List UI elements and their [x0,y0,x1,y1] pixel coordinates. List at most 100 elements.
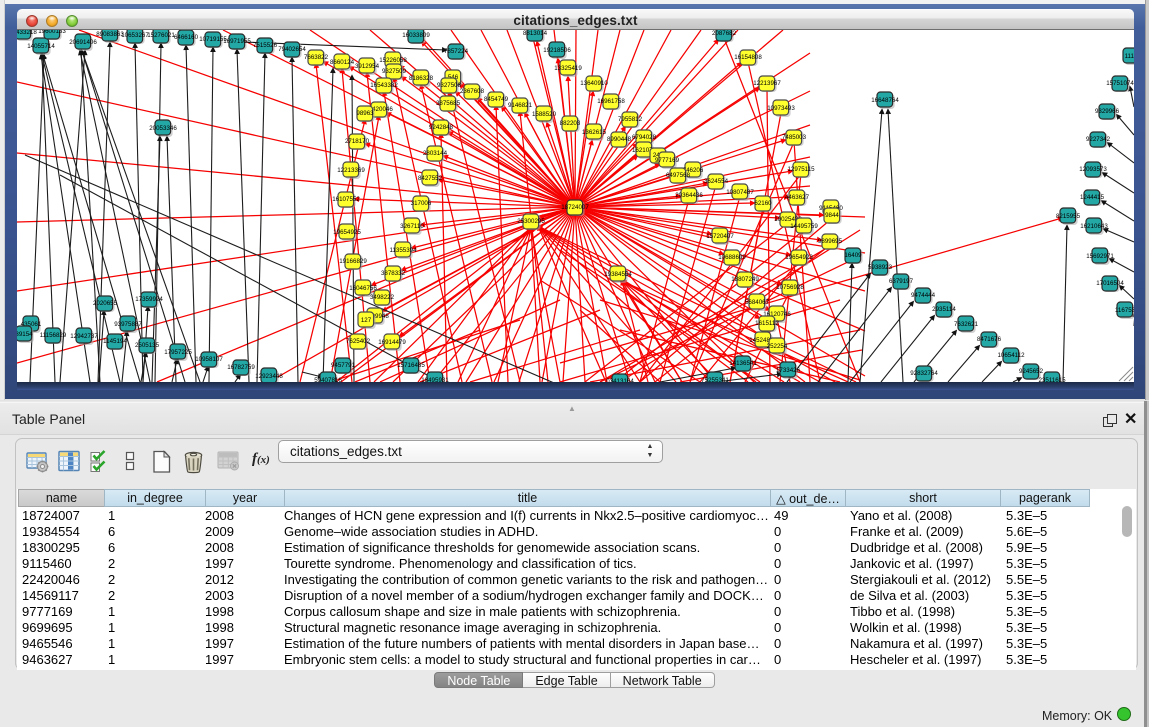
svg-text:14055714: 14055714 [27,43,55,50]
svg-text:19654923: 19654923 [785,254,813,261]
svg-text:8454749: 8454749 [484,96,509,103]
svg-text:3267110: 3267110 [400,223,424,230]
svg-text:10654112: 10654112 [997,352,1025,359]
svg-text:12942737: 12942737 [70,333,98,340]
svg-text:9327509: 9327509 [382,68,407,75]
svg-text:9899695: 9899695 [818,238,843,245]
svg-text:317006: 317006 [411,200,432,207]
svg-text:19166829: 19166829 [339,258,367,265]
svg-text:7857224: 7857224 [444,48,469,55]
svg-text:12213369: 12213369 [337,167,365,174]
svg-text:9245652: 9245652 [1019,368,1044,375]
svg-text:10688609: 10688609 [718,254,746,261]
svg-text:12923448: 12923448 [255,373,283,380]
svg-text:2935114: 2935114 [932,306,956,313]
svg-text:3498222: 3498222 [370,294,395,301]
svg-text:20691406: 20691406 [69,39,97,46]
svg-text:8471676: 8471676 [977,336,1002,343]
svg-text:10756928: 10756928 [776,284,804,291]
svg-text:10958107: 10958107 [195,356,223,363]
svg-text:252254: 252254 [767,343,788,350]
svg-text:14136541: 14136541 [729,360,757,367]
svg-text:9242848: 9242848 [429,124,454,131]
svg-text:8215955: 8215955 [1056,213,1081,220]
svg-text:18807249: 18807249 [731,276,759,283]
svg-text:3624554: 3624554 [704,178,729,185]
svg-text:3878332: 3878332 [381,270,406,277]
svg-text:9227342: 9227342 [1086,136,1111,143]
svg-text:16961758: 16961758 [597,98,625,105]
svg-text:62160: 62160 [754,200,772,207]
svg-text:10433218: 10433218 [9,29,37,36]
svg-text:16648764: 16648764 [871,97,899,104]
svg-text:39154: 39154 [15,331,33,338]
svg-text:12093573: 12093573 [1079,166,1107,173]
svg-text:6379197: 6379197 [889,278,914,285]
svg-text:16782759: 16782759 [227,364,255,371]
svg-text:89083863: 89083863 [96,31,124,38]
svg-text:20053346: 20053346 [149,125,177,132]
svg-text:1588520: 1588520 [532,111,557,118]
svg-text:8813014: 8813014 [523,30,548,37]
svg-text:10973493: 10973493 [767,105,795,112]
svg-text:16107552: 16107552 [332,196,360,203]
svg-text:7485003: 7485003 [782,134,807,141]
svg-text:19218506: 19218506 [543,47,571,54]
svg-text:127: 127 [361,317,372,324]
svg-text:10653267: 10653267 [121,32,149,39]
svg-text:3875685: 3875685 [436,100,461,107]
svg-text:11156829: 11156829 [40,332,67,339]
svg-text:9329966: 9329966 [1095,108,1120,115]
svg-text:9457791: 9457791 [331,362,356,369]
svg-text:7955812: 7955812 [618,116,643,123]
svg-text:11355394: 11355394 [389,247,417,254]
svg-text:2505135: 2505135 [135,342,160,349]
svg-text:9474444: 9474444 [911,292,936,299]
svg-text:5684067: 5684067 [745,299,770,306]
svg-text:19384554: 19384554 [604,271,632,278]
svg-text:7515526: 7515526 [253,42,278,49]
svg-text:2367608: 2367608 [460,88,485,95]
svg-text:6466160: 6466160 [174,34,199,41]
svg-text:8990448: 8990448 [607,136,632,143]
svg-text:4463627: 4463627 [785,194,810,201]
svg-text:7663822: 7663822 [304,54,329,61]
svg-text:116753: 116753 [1115,307,1136,314]
svg-text:92832764: 92832764 [910,370,938,377]
svg-text:15276021: 15276021 [147,32,175,39]
svg-text:2803144: 2803144 [423,150,448,157]
svg-text:10807487: 10807487 [726,189,754,196]
svg-text:12213967: 12213967 [753,80,781,87]
svg-text:14495759: 14495759 [790,223,818,230]
svg-text:1615112: 1615112 [755,320,779,327]
svg-text:19654925: 19654925 [333,229,361,236]
svg-text:1733426: 1733426 [776,367,801,374]
svg-text:9327508: 9327508 [437,82,462,89]
svg-text:15226058: 15226058 [379,57,407,64]
svg-text:2718170: 2718170 [345,138,370,145]
svg-text:18724007: 18724007 [561,204,589,211]
svg-text:13325419: 13325419 [554,65,582,72]
svg-text:15720407: 15720407 [706,233,734,240]
svg-text:16914479: 16914479 [378,339,406,346]
svg-text:1362615: 1362615 [582,129,607,136]
svg-text:9146821: 9146821 [508,102,533,109]
svg-text:93975887: 93975887 [114,321,142,328]
svg-text:7625402: 7625402 [346,338,371,345]
svg-text:9777169: 9777169 [655,157,680,164]
svg-text:16210643: 16210643 [1080,223,1108,230]
svg-text:17016504: 17016504 [1096,280,1124,287]
svg-text:13640910: 13640910 [580,80,608,87]
svg-text:882203: 882203 [560,120,581,127]
svg-text:98963: 98963 [356,110,374,117]
svg-text:3912954: 3912954 [355,63,380,70]
svg-text:20364436: 20364436 [675,192,703,199]
svg-text:2087682: 2087682 [712,30,737,37]
svg-text:79402654: 79402654 [278,46,306,53]
svg-text:17957225: 17957225 [164,349,192,356]
svg-text:15692971: 15692971 [1086,253,1114,260]
svg-text:16046756: 16046756 [349,285,377,292]
svg-text:5938923: 5938923 [868,264,893,271]
svg-text:9844: 9844 [825,212,839,219]
svg-text:6794028: 6794028 [632,134,657,141]
